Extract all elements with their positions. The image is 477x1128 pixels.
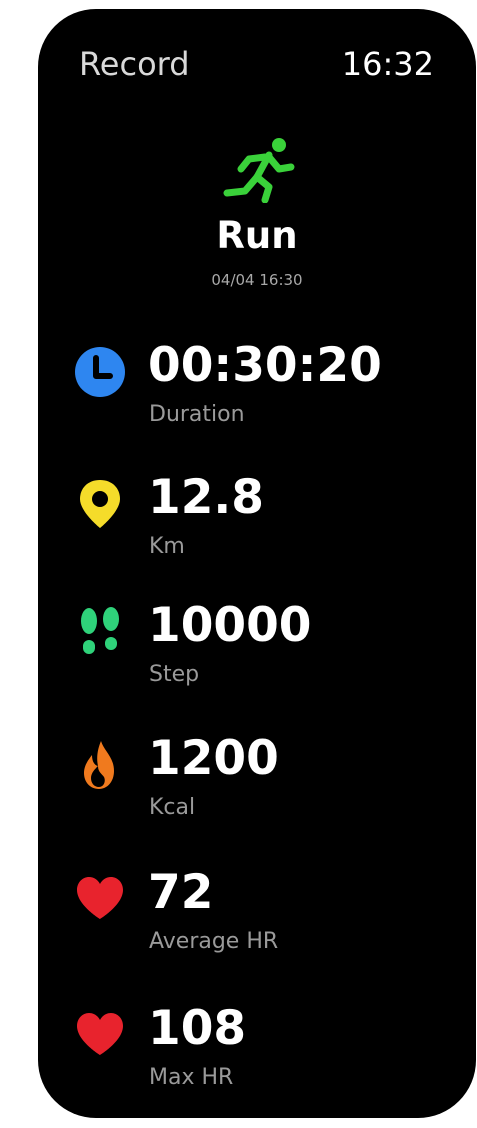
running-person-icon <box>223 138 295 203</box>
stat-value: 108 <box>148 1001 247 1056</box>
screen-title: Record <box>79 45 190 83</box>
stat-label: Duration <box>149 402 245 427</box>
stat-max-hr: 108 Max HR <box>38 999 476 1109</box>
stat-value: 10000 <box>148 598 312 653</box>
stat-label: Step <box>149 662 200 687</box>
stat-label: Average HR <box>149 929 279 954</box>
heart-icon <box>77 877 123 919</box>
stat-distance: 12.8 Km <box>38 468 476 578</box>
stat-calories: 1200 Kcal <box>38 729 476 839</box>
clock-icon <box>75 347 125 397</box>
stat-value: 12.8 <box>148 470 264 525</box>
location-pin-icon <box>80 480 120 528</box>
stat-steps: 10000 Step <box>38 596 476 706</box>
activity-datetime: 04/04 16:30 <box>211 271 303 289</box>
stat-duration: 00:30:20 Duration <box>38 336 476 446</box>
stat-value: 1200 <box>148 731 279 786</box>
stat-label: Km <box>149 534 185 559</box>
stat-average-hr: 72 Average HR <box>38 863 476 973</box>
flame-icon <box>84 741 114 789</box>
footprints-icon <box>81 607 119 654</box>
stat-label: Max HR <box>149 1065 234 1090</box>
stat-value: 00:30:20 <box>148 338 382 393</box>
watch-screen: Record 16:32 Run 04/04 16:30 00:30:20 Du… <box>38 9 476 1118</box>
activity-name: Run <box>216 214 298 257</box>
stat-value: 72 <box>148 865 214 920</box>
stat-label: Kcal <box>149 795 196 820</box>
heart-icon <box>77 1013 123 1055</box>
clock-time: 16:32 <box>341 45 434 83</box>
